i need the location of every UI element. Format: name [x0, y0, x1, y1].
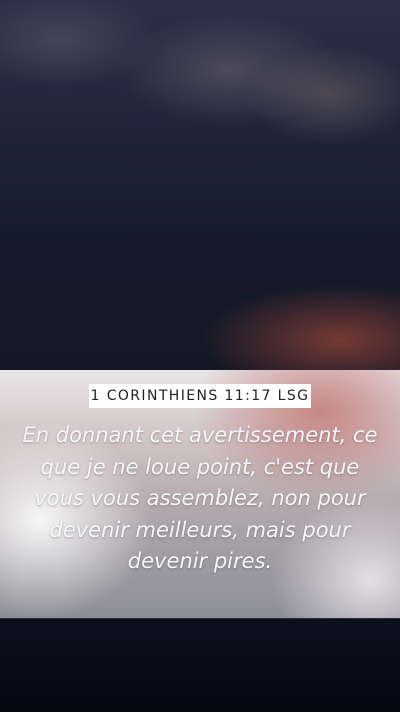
verse-reference-label: 1 CORINTHIENS 11:17 LSG — [89, 384, 311, 408]
bottom-dark-area — [0, 618, 400, 712]
verse-text: En donnant cet avertissement, ce que je … — [22, 423, 378, 573]
cloudy-sky-background — [0, 0, 400, 370]
